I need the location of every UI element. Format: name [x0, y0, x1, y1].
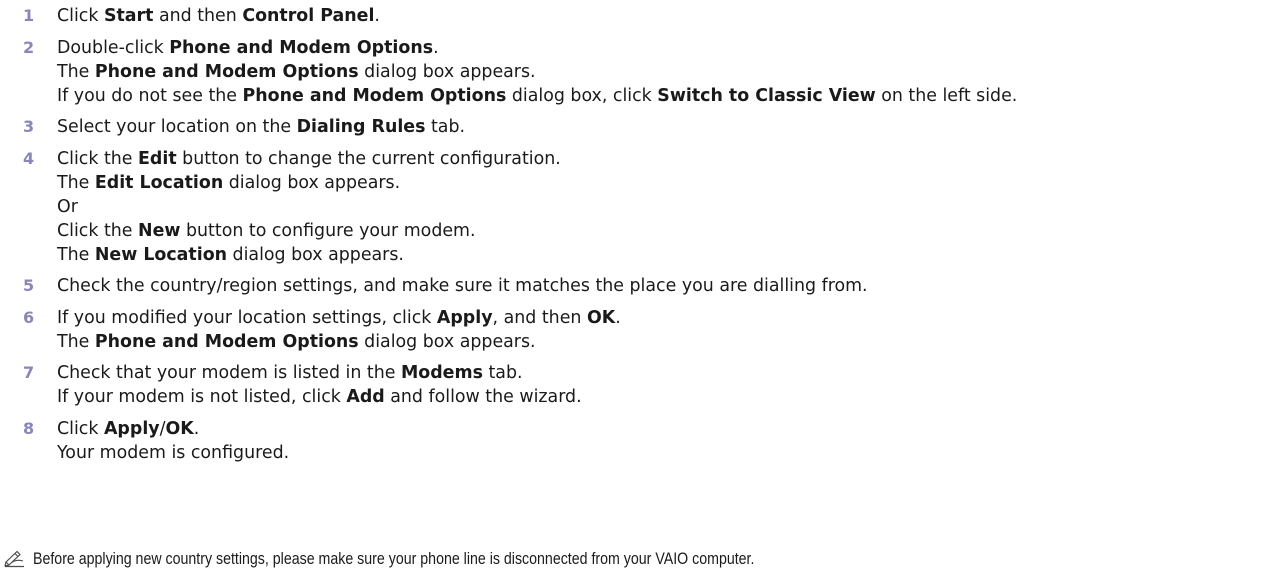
text-segment: The [57, 61, 95, 82]
step-line: The Phone and Modem Options dialog box a… [57, 330, 1287, 354]
instruction-page: 1 Click Start and then Control Panel. 2 Dou… [0, 0, 1287, 573]
ui-term: OK [586, 307, 616, 328]
text-segment: button to change the current configurati… [176, 148, 561, 169]
text-segment: . [374, 6, 380, 26]
step-4: 4 Click the Edit button to change the cur… [0, 147, 1287, 267]
step-line: Click Apply/OK. [57, 417, 1287, 441]
text-segment: dialog box appears. [358, 331, 536, 352]
ui-term: Switch to Classic View [657, 85, 876, 106]
ui-term: Control Panel [242, 6, 375, 26]
text-segment: dialog box appears. [223, 172, 401, 193]
ui-term: New Location [94, 244, 228, 265]
ui-term: OK [165, 418, 194, 439]
text-segment: dialog box, click [506, 85, 658, 106]
ui-term: Phone and Modem Options [169, 37, 434, 58]
step-3: 3 Select your location on the Dialing Rul… [0, 115, 1287, 139]
ui-term: Modems [400, 363, 483, 383]
text-segment: If you do not see the [57, 85, 243, 106]
step-number: 3 [23, 117, 35, 136]
text-segment: Or [57, 196, 78, 217]
text-segment: . [615, 307, 621, 328]
ui-term: Apply [436, 307, 493, 328]
text-segment: dialog box appears. [227, 244, 404, 265]
text-segment: Click the [57, 148, 139, 169]
step-8: 8 Click Apply/OK. Your modem is configured… [0, 417, 1287, 465]
step-number: 6 [23, 307, 35, 327]
pencil-note-icon [4, 550, 24, 568]
step-line: If you modified your location settings, … [57, 306, 1287, 330]
ui-term: Add [346, 387, 385, 407]
ui-term: Phone and Modem Options [94, 331, 359, 352]
text-segment: on the left side. [875, 85, 1018, 106]
step-number: 4 [23, 148, 35, 168]
step-line: Check the country/region settings, and m… [57, 274, 1287, 298]
text-segment: Your modem is configured. [57, 442, 290, 463]
step-line: Double-click Phone and Modem Options. [57, 36, 1287, 60]
text-segment: If your modem is not listed, click [57, 387, 347, 407]
text-segment: Check that your modem is listed in the [57, 363, 401, 383]
note: Before applying new country settings, pl… [0, 549, 1287, 569]
text-segment: dialog box appears. [358, 61, 536, 82]
step-5: 5 Check the country/region settings, and … [0, 274, 1287, 298]
text-segment: The [57, 331, 95, 352]
text-segment: tab. [425, 117, 466, 137]
steps-list: 1 Click Start and then Control Panel. 2 Dou… [0, 0, 1287, 465]
ui-term: Apply [103, 418, 160, 439]
step-line: The Phone and Modem Options dialog box a… [57, 60, 1287, 84]
step-line: Click Start and then Control Panel. [57, 4, 1287, 28]
text-segment: The [57, 172, 95, 193]
note-text: Before applying new country settings, pl… [33, 550, 755, 568]
step-6: 6 If you modified your location settings,… [0, 306, 1287, 354]
step-line: Click the New button to configure your m… [57, 219, 1287, 243]
step-number: 8 [23, 418, 35, 438]
text-segment: Click the [57, 220, 139, 241]
ui-term: Phone and Modem Options [242, 85, 507, 106]
step-line: The New Location dialog box appears. [57, 243, 1287, 267]
text-segment: tab. [482, 363, 523, 383]
step-line: If your modem is not listed, click Add a… [57, 385, 1287, 409]
text-segment: Check the country/region settings, and m… [57, 276, 868, 296]
text-segment: Click [57, 6, 104, 26]
ui-term: Edit [138, 148, 177, 169]
step-line: Click the Edit button to change the curr… [57, 147, 1287, 171]
ui-term: Dialing Rules [296, 117, 426, 137]
ui-term: New [138, 220, 181, 241]
step-7: 7 Check that your modem is listed in the … [0, 361, 1287, 409]
step-line: Check that your modem is listed in the M… [57, 361, 1287, 385]
text-segment: , and then [492, 307, 587, 328]
step-number: 2 [23, 37, 35, 57]
text-segment: Select your location on the [57, 117, 297, 137]
text-segment: If you modified your location settings, … [57, 307, 437, 328]
text-segment: The [57, 244, 95, 265]
step-2: 2 Double-click Phone and Modem Options. Th… [0, 36, 1287, 108]
ui-term: Edit Location [94, 172, 224, 193]
ui-term: Phone and Modem Options [94, 61, 359, 82]
step-number: 5 [23, 276, 35, 295]
step-number: 7 [23, 363, 35, 382]
text-segment: and follow the wizard. [384, 387, 582, 407]
step-line: The Edit Location dialog box appears. [57, 171, 1287, 195]
step-number: 1 [23, 6, 35, 25]
text-segment: . [193, 418, 200, 439]
text-segment: and then [153, 6, 243, 26]
step-line: Or [57, 195, 1287, 219]
text-segment: button to configure your modem. [180, 220, 476, 241]
ui-term: Start [103, 6, 154, 26]
step-1: 1 Click Start and then Control Panel. [0, 4, 1287, 28]
step-line: If you do not see the Phone and Modem Op… [57, 84, 1287, 108]
step-line: Select your location on the Dialing Rule… [57, 115, 1287, 139]
text-segment: . [433, 37, 439, 58]
text-segment: Double-click [57, 37, 170, 58]
text-segment: Click [57, 418, 104, 439]
step-line: Your modem is configured. [57, 441, 1287, 465]
